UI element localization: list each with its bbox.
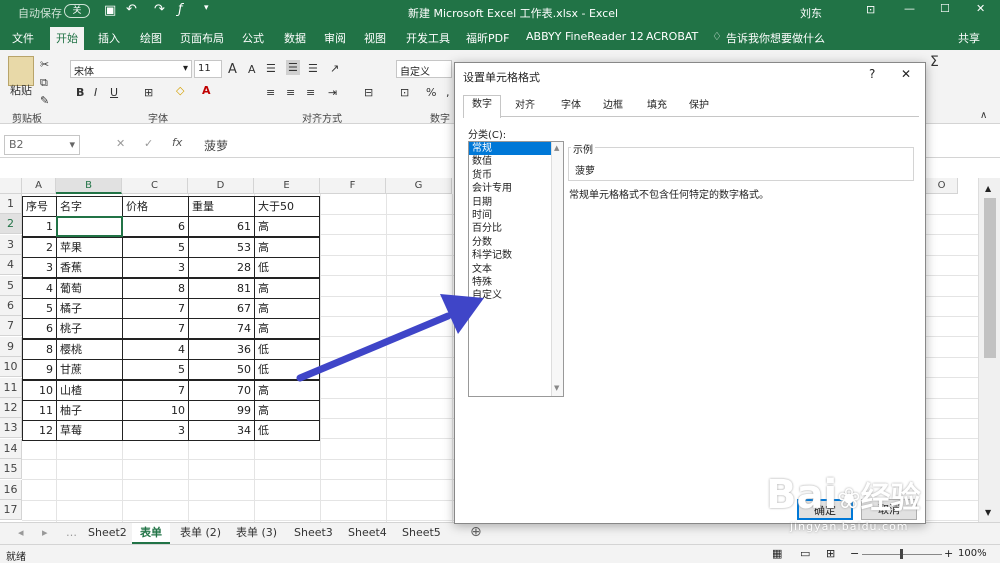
baidu-logo-watermark: Bai❀经验: [766, 472, 921, 518]
watermark-brand: Bai: [766, 472, 838, 518]
paw-icon: ❀: [837, 482, 861, 515]
sample-label: 示例: [571, 141, 595, 156]
watermark-url: jingyan.baidu.com: [790, 520, 909, 533]
watermark-brand-cn: 经验: [860, 481, 921, 516]
arrow-shaft: [296, 312, 452, 382]
table-cell[interactable]: [56, 216, 123, 238]
